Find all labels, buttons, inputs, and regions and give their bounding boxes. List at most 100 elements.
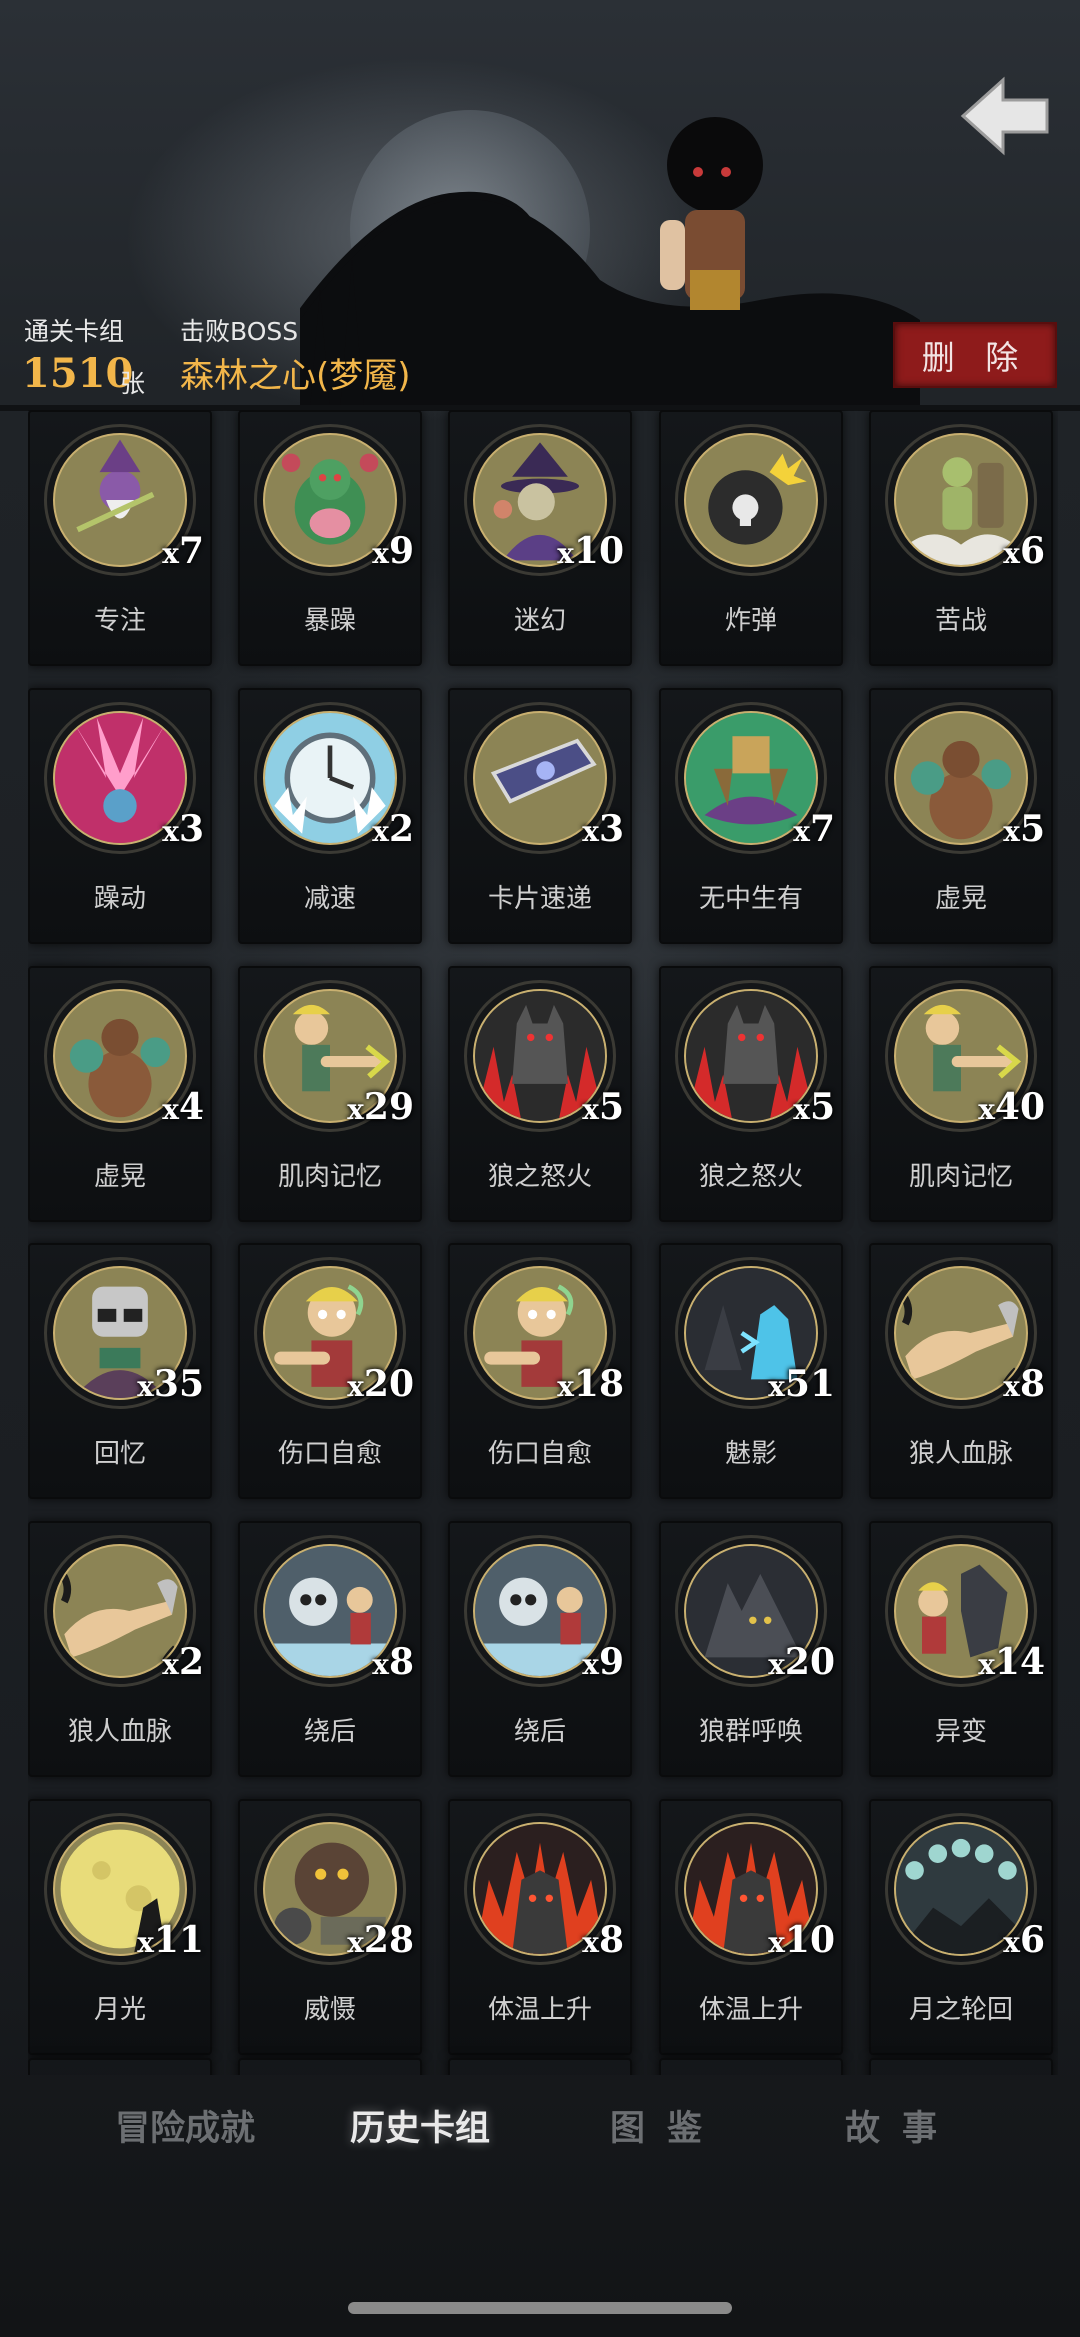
card-name: 狼人血脉 (908, 1439, 1013, 1469)
card-tile[interactable]: x9 暴躁 (238, 410, 422, 666)
card-tile[interactable]: x51 魅影 (659, 1243, 843, 1499)
card-name: 月光 (93, 1995, 146, 2025)
card-tile[interactable]: x8 绕后 (238, 1521, 422, 1777)
card-name: 迷幻 (513, 606, 566, 636)
card-quantity: x10 (557, 530, 624, 572)
card-quantity: x8 (582, 1919, 624, 1961)
card-tile[interactable]: x18 伤口自愈 (448, 1243, 632, 1499)
card-name: 伤口自愈 (277, 1439, 382, 1469)
card-tile[interactable]: x40 肌肉记忆 (869, 966, 1053, 1222)
card-quantity: x35 (137, 1363, 204, 1405)
card-name: 肌肉记忆 (908, 1162, 1013, 1192)
card-quantity: x4 (162, 1086, 204, 1128)
card-name: 体温上升 (487, 1995, 592, 2025)
card-tile[interactable]: x9 绕后 (448, 1521, 632, 1777)
card-quantity: x14 (978, 1641, 1045, 1683)
delete-button[interactable]: 删 除 (893, 322, 1057, 388)
card-quantity: x11 (137, 1919, 204, 1961)
card-name: 苦战 (934, 606, 987, 636)
card-quantity: x20 (347, 1363, 414, 1405)
card-quantity: x40 (978, 1086, 1045, 1128)
card-tile[interactable]: x28 威慑 (238, 1799, 422, 2055)
card-tile[interactable]: x8 狼人血脉 (869, 1243, 1053, 1499)
card-name: 卡片速递 (487, 884, 592, 914)
card-name: 虚晃 (93, 1162, 146, 1192)
card-tile[interactable]: x10 迷幻 (448, 410, 632, 666)
card-count: 1510 (22, 350, 134, 397)
cleared-deck-label: 通关卡组 (24, 317, 125, 346)
card-quantity: x51 (768, 1363, 835, 1405)
card-count-unit: 张 (120, 369, 146, 398)
back-arrow-button[interactable] (955, 72, 1055, 162)
card-quantity: x2 (372, 808, 414, 850)
card-name: 魅影 (724, 1439, 777, 1469)
card-quantity: x7 (793, 808, 835, 850)
tab-atlas[interactable]: 图鉴 (610, 2100, 724, 2151)
card-quantity: x7 (162, 530, 204, 572)
card-tile[interactable]: x7 专注 (28, 410, 212, 666)
card-name: 绕后 (513, 1717, 566, 1747)
card-name: 异变 (934, 1717, 987, 1747)
card-tile[interactable]: x2 狼人血脉 (28, 1521, 212, 1777)
card-tile[interactable]: x6 月之轮回 (869, 1799, 1053, 2055)
card-grid[interactable]: x7 专注 x9 暴躁 x10 迷幻 炸弹 x6 苦战 x3 躁动 x2 减速 x3 卡片速递 x7 无中生有 x… (28, 410, 1058, 2075)
card-quantity: x9 (372, 530, 414, 572)
card-quantity: x29 (347, 1086, 414, 1128)
tab-adventure-achievements[interactable]: 冒险成就 (115, 2100, 255, 2151)
card-quantity: x9 (582, 1641, 624, 1683)
card-tile[interactable]: x8 体温上升 (448, 1799, 632, 2055)
card-tile[interactable]: x5 狼之怒火 (448, 966, 632, 1222)
card-tile[interactable]: x11 月光 (28, 1799, 212, 2055)
card-art-frame (675, 424, 827, 576)
card-tile[interactable]: x20 狼群呼唤 (659, 1521, 843, 1777)
card-quantity: x2 (162, 1641, 204, 1683)
boss-name: 森林之心(梦魇) (180, 356, 411, 396)
tab-story[interactable]: 故事 (845, 2100, 959, 2151)
card-name: 回忆 (93, 1439, 146, 1469)
card-name: 减速 (303, 884, 356, 914)
card-tile[interactable]: x5 虚晃 (869, 688, 1053, 944)
card-tile-partial[interactable] (869, 2058, 1053, 2075)
card-quantity: x6 (1003, 1919, 1045, 1961)
card-tile[interactable]: 炸弹 (659, 410, 843, 666)
tab-history-deck[interactable]: 历史卡组 (350, 2100, 490, 2151)
card-tile[interactable]: x14 异变 (869, 1521, 1053, 1777)
card-tile-partial[interactable] (659, 2058, 843, 2075)
defeated-boss-label: 击败BOSS (180, 317, 299, 346)
card-name: 无中生有 (698, 884, 803, 914)
card-quantity: x3 (582, 808, 624, 850)
card-tile[interactable]: x5 狼之怒火 (659, 966, 843, 1222)
card-tile[interactable]: x7 无中生有 (659, 688, 843, 944)
boss-character-art (660, 117, 763, 310)
card-tile[interactable]: x6 苦战 (869, 410, 1053, 666)
bottom-tab-bar: 冒险成就 历史卡组 图鉴 故事 (0, 2100, 1080, 2180)
card-quantity: x6 (1003, 530, 1045, 572)
card-tile-partial[interactable] (448, 2058, 632, 2075)
card-tile-partial[interactable] (238, 2058, 422, 2075)
card-name: 威慑 (303, 1995, 356, 2025)
card-quantity: x10 (768, 1919, 835, 1961)
card-quantity: x5 (582, 1086, 624, 1128)
card-name: 伤口自愈 (487, 1439, 592, 1469)
card-name: 炸弹 (724, 606, 777, 636)
card-tile[interactable]: x2 减速 (238, 688, 422, 944)
card-tile[interactable]: x20 伤口自愈 (238, 1243, 422, 1499)
card-quantity: x8 (372, 1641, 414, 1683)
card-tile[interactable]: x4 虚晃 (28, 966, 212, 1222)
card-tile[interactable]: x29 肌肉记忆 (238, 966, 422, 1222)
card-name: 月之轮回 (908, 1995, 1013, 2025)
card-tile[interactable]: x35 回忆 (28, 1243, 212, 1499)
card-art (684, 433, 818, 567)
card-name: 绕后 (303, 1717, 356, 1747)
card-tile-partial[interactable] (28, 2058, 212, 2075)
card-name: 狼之怒火 (698, 1162, 803, 1192)
card-tile[interactable]: x10 体温上升 (659, 1799, 843, 2055)
card-quantity: x5 (1003, 808, 1045, 850)
card-quantity: x8 (1003, 1363, 1045, 1405)
card-quantity: x18 (557, 1363, 624, 1405)
card-name: 虚晃 (934, 884, 987, 914)
card-quantity: x5 (793, 1086, 835, 1128)
card-tile[interactable]: x3 卡片速递 (448, 688, 632, 944)
home-indicator[interactable] (348, 2302, 732, 2314)
card-tile[interactable]: x3 躁动 (28, 688, 212, 944)
